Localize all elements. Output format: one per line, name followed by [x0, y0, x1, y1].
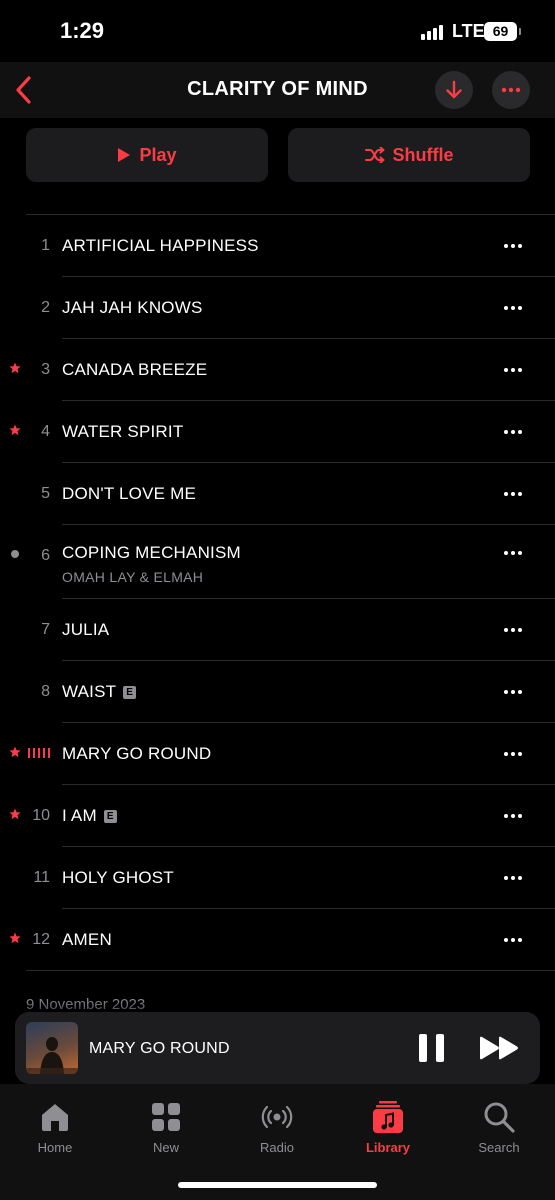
radio-waves-icon: [261, 1105, 293, 1129]
music-library-icon: [373, 1101, 403, 1133]
now-playing-icon: [28, 748, 50, 758]
track-more-button[interactable]: [500, 299, 526, 315]
album-screen: 1:29 LTE 69 CLARITY OF MIND Play Shuffle…: [0, 0, 555, 1200]
track-title: ARTIFICIAL HAPPINESS: [62, 236, 259, 255]
track-more-button[interactable]: [500, 745, 526, 761]
pause-button[interactable]: [419, 1034, 445, 1062]
track-number: 3: [41, 361, 50, 378]
tab-home[interactable]: Home: [10, 1100, 100, 1155]
track-more-button[interactable]: [500, 423, 526, 439]
play-icon: [118, 148, 131, 162]
track-more-button[interactable]: [500, 361, 526, 377]
track-more-button[interactable]: [500, 683, 526, 699]
track-number: 1: [41, 237, 50, 254]
track-more-button[interactable]: [500, 485, 526, 501]
ellipsis-icon: [501, 87, 521, 93]
track-artist: OMAH LAY & ELMAH: [62, 569, 204, 585]
album-artwork: [26, 1022, 78, 1074]
tab-label: Library: [365, 1140, 411, 1155]
tab-radio[interactable]: Radio: [232, 1100, 322, 1155]
track-title: WATER SPIRIT: [62, 422, 184, 441]
track-title: DON'T LOVE ME: [62, 484, 197, 503]
track-title: WAIST E: [62, 682, 137, 702]
fast-forward-icon: [480, 1036, 518, 1060]
shuffle-button[interactable]: Shuffle: [288, 128, 530, 182]
track-number: 10: [32, 807, 50, 824]
explicit-badge: E: [123, 685, 137, 699]
battery-icon: 69: [484, 22, 521, 41]
track-number: 6: [41, 547, 50, 564]
track-row[interactable]: 7 JULIA: [0, 599, 555, 661]
track-number: 5: [41, 485, 50, 502]
track-row[interactable]: 12 AMEN: [0, 909, 555, 971]
status-time: 1:29: [60, 18, 105, 43]
house-icon: [42, 1104, 68, 1131]
track-number: 7: [41, 621, 50, 638]
explicit-badge: E: [103, 809, 117, 823]
track-more-button[interactable]: [500, 237, 526, 253]
track-more-button[interactable]: [500, 869, 526, 885]
track-title: CANADA BREEZE: [62, 360, 208, 379]
track-row[interactable]: 8 WAIST E: [0, 661, 555, 723]
play-label: Play: [139, 144, 177, 165]
track-row[interactable]: 11 HOLY GHOST: [0, 847, 555, 909]
shuffle-icon: [364, 147, 384, 163]
status-dot: [11, 550, 19, 558]
tab-search[interactable]: Search: [454, 1100, 544, 1155]
track-more-button[interactable]: [500, 931, 526, 947]
signal-icon: [421, 24, 447, 40]
magnifier-icon: [484, 1102, 515, 1133]
mini-player[interactable]: MARY GO ROUND: [15, 1012, 540, 1084]
tab-label: Home: [37, 1140, 73, 1155]
track-title: HOLY GHOST: [62, 868, 174, 887]
track-number: 12: [32, 931, 50, 948]
track-number: 8: [41, 683, 50, 700]
grid-icon: [152, 1103, 180, 1131]
nav-header: CLARITY OF MIND: [0, 62, 555, 118]
download-button[interactable]: [435, 71, 473, 109]
track-more-button[interactable]: [500, 807, 526, 823]
tab-library[interactable]: Library: [343, 1100, 433, 1155]
tab-new[interactable]: New: [121, 1100, 211, 1155]
row-divider: [26, 970, 555, 971]
track-title: AMEN: [62, 930, 112, 949]
shuffle-label: Shuffle: [392, 144, 454, 165]
track-number: 2: [41, 299, 50, 316]
status-bar: 1:29 LTE 69: [0, 0, 555, 62]
network-type: LTE: [452, 21, 485, 41]
track-number: 11: [33, 869, 50, 886]
download-arrow-icon: [446, 80, 462, 99]
track-row[interactable]: 3 CANADA BREEZE: [0, 339, 555, 401]
track-row[interactable]: 4 WATER SPIRIT: [0, 401, 555, 463]
track-title: MARY GO ROUND: [62, 744, 212, 763]
track-row[interactable]: 6 COPING MECHANISM OMAH LAY & ELMAH: [0, 525, 555, 599]
tab-label: Search: [478, 1140, 520, 1155]
track-list: 1 ARTIFICIAL HAPPINESS 2 JAH JAH KNOWS 3 CANA…: [0, 215, 555, 971]
home-indicator: [178, 1182, 377, 1188]
track-title: JULIA: [62, 620, 110, 639]
track-title: JAH JAH KNOWS: [62, 298, 203, 317]
tab-label: Radio: [260, 1140, 294, 1155]
more-options-button[interactable]: [492, 71, 530, 109]
track-number: 4: [41, 423, 50, 440]
track-row[interactable]: 5 DON'T LOVE ME: [0, 463, 555, 525]
release-date: 9 November 2023: [26, 996, 146, 1013]
track-row[interactable]: MARY GO ROUND: [0, 723, 555, 785]
play-button[interactable]: Play: [26, 128, 268, 182]
track-more-button[interactable]: [500, 544, 526, 560]
star-icon: [9, 746, 21, 758]
track-row[interactable]: 10 I AM E: [0, 785, 555, 847]
fast-forward-button[interactable]: [478, 1036, 520, 1060]
tab-label: New: [152, 1140, 179, 1155]
track-title: I AM E: [62, 806, 117, 826]
track-row[interactable]: 1 ARTIFICIAL HAPPINESS: [0, 215, 555, 277]
track-title: COPING MECHANISM: [62, 543, 241, 562]
track-more-button[interactable]: [500, 621, 526, 637]
track-row[interactable]: 2 JAH JAH KNOWS: [0, 277, 555, 339]
mini-player-title: MARY GO ROUND: [89, 1040, 230, 1057]
